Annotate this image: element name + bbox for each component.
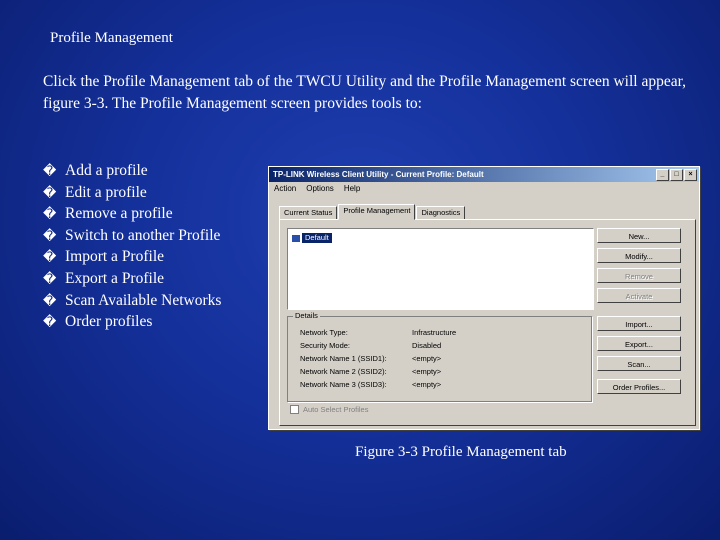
list-item[interactable]: Default [292,233,332,243]
bullet-mark: � [43,271,57,287]
bullet-mark: � [43,185,57,201]
bullet-mark: � [43,228,57,244]
bullet-mark: � [43,164,57,179]
new-button[interactable]: New... [597,228,681,243]
export-button[interactable]: Export... [597,336,681,351]
checkbox-box[interactable] [290,405,299,414]
bullet-item: � Remove a profile [43,203,221,225]
detail-row: Network Name 2 (SSID2): <empty> [300,367,442,376]
bullet-mark: � [43,293,57,309]
bullet-item: � Edit a profile [43,182,221,204]
maximize-button[interactable]: □ [670,169,683,181]
scan-button[interactable]: Scan... [597,356,681,371]
bullet-item: � Order profiles [43,311,221,333]
window-titlebar[interactable]: TP-LINK Wireless Client Utility - Curren… [269,167,699,182]
window-title: TP-LINK Wireless Client Utility - Curren… [273,170,484,179]
bullet-item: � Import a Profile [43,246,221,268]
tab-strip: Current Status Profile Management Diagno… [279,204,466,220]
menu-options[interactable]: Options [306,182,334,196]
detail-row: Security Mode: Disabled [300,341,442,350]
auto-select-checkbox[interactable]: Auto Select Profiles [290,405,368,414]
menu-help[interactable]: Help [344,182,360,196]
close-button[interactable]: × [684,169,697,181]
bullet-item: � Switch to another Profile [43,225,221,247]
tab-profile-management[interactable]: Profile Management [338,204,416,220]
bullet-list: � Add a profile � Edit a profile � Remove a… [43,160,221,333]
bullet-item: � Add a profile [43,160,221,182]
remove-button[interactable]: Remove [597,268,681,283]
auto-select-label: Auto Select Profiles [303,405,369,414]
details-group: Details Network Type: Infrastructure Secu… [287,311,592,402]
modify-button[interactable]: Modify... [597,248,681,263]
bullet-mark: � [43,250,57,266]
bullet-mark: � [43,315,57,331]
action-buttons: New... Modify... Remove Activate Import.… [597,228,681,399]
figure-caption: Figure 3-3 Profile Management tab [355,444,567,460]
bullet-mark: � [43,207,57,223]
detail-row: Network Name 1 (SSID1): <empty> [300,354,442,363]
menu-action[interactable]: Action [274,182,296,196]
profile-management-panel: Default New... Modify... Remove Activate… [279,219,696,426]
network-icon [292,234,300,242]
tab-diagnostics[interactable]: Diagnostics [416,206,466,220]
minimize-button[interactable]: _ [656,169,669,181]
profile-list[interactable]: Default [287,228,594,310]
menu-bar: Action Options Help [269,182,699,196]
profile-name: Default [302,233,332,243]
bullet-item: � Export a Profile [43,268,221,290]
utility-window: TP-LINK Wireless Client Utility - Curren… [268,166,700,430]
detail-row: Network Name 3 (SSID3): <empty> [300,380,442,389]
tab-current-status[interactable]: Current Status [279,206,338,220]
intro-text: Click the Profile Management tab of the … [43,73,687,112]
details-legend: Details [293,311,320,320]
bullet-item: � Scan Available Networks [43,290,221,312]
detail-row: Network Type: Infrastructure [300,328,457,337]
order-profiles-button[interactable]: Order Profiles... [597,379,681,394]
import-button[interactable]: Import... [597,316,681,331]
slide-title: Profile Management [50,30,173,46]
activate-button[interactable]: Activate [597,288,681,303]
